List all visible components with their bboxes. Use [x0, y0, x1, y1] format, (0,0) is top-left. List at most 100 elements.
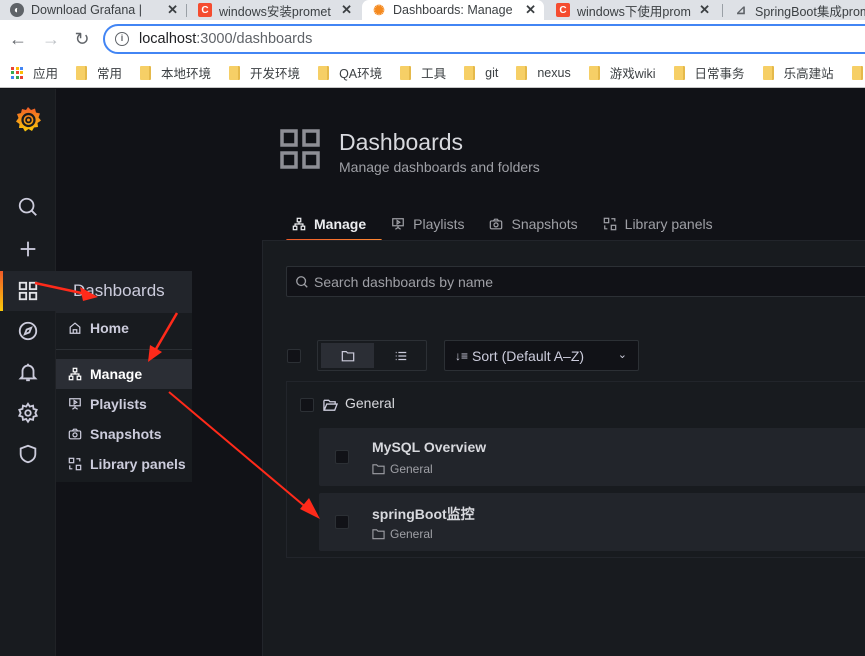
list-view-button[interactable] [374, 343, 427, 368]
page-icon: ⊿ [735, 2, 747, 17]
sidemenu-explore[interactable] [0, 311, 56, 351]
tab-playlists[interactable]: Playlists [391, 209, 464, 239]
close-tab-icon[interactable]: ✕ [167, 2, 178, 18]
bookmarks-bar: 应用 常用 本地环境 开发环境 QA环境 工具 git nexus 游戏wiki… [0, 58, 865, 88]
back-arrow-icon[interactable]: ← [7, 28, 29, 50]
sitemap-icon [292, 217, 306, 231]
sidemenu-server-admin[interactable] [0, 434, 56, 474]
folder-icon [318, 65, 330, 80]
csdn-c-icon: C [198, 3, 212, 17]
presentation-play-icon [392, 218, 404, 230]
bookmark-folder[interactable]: 开发环境 [229, 63, 300, 82]
flyout-item-playlists[interactable]: Playlists [56, 389, 192, 419]
bell-icon [18, 363, 38, 382]
bookmark-folder[interactable]: git [464, 65, 498, 80]
flyout-item-snapshots[interactable]: Snapshots [56, 419, 192, 449]
folder-icon [464, 65, 476, 80]
sidemenu-search[interactable] [0, 187, 56, 227]
reload-icon[interactable]: ↻ [71, 28, 93, 50]
forward-arrow-icon[interactable]: → [40, 28, 62, 50]
folder-icon [341, 350, 354, 361]
url-text: localhost:3000/dashboards [139, 31, 313, 47]
camera-icon [68, 428, 82, 440]
sidemenu-dashboards[interactable] [0, 271, 56, 311]
library-panel-icon [603, 217, 616, 231]
grafana-icon: ✺ [373, 1, 385, 18]
search-icon [18, 197, 37, 216]
browser-tab-active[interactable]: ✺ Dashboards: Manage ✕ [362, 0, 544, 20]
bookmark-folder[interactable]: 游戏wiki [588, 63, 656, 82]
bookmark-folder[interactable]: 日常事务 [673, 63, 745, 82]
flyout-item-home[interactable]: Home [56, 313, 192, 343]
bookmark-folder[interactable]: 乐高建站 [762, 63, 834, 82]
dashboard-row[interactable]: springBoot监控 General [319, 493, 865, 551]
folder-icon [140, 65, 152, 80]
folder-view-button[interactable] [321, 343, 374, 368]
library-panel-icon [68, 457, 82, 471]
apps-grid-icon [11, 66, 23, 79]
folder-icon [229, 65, 241, 80]
home-icon [69, 322, 81, 334]
dashboard-checkbox[interactable] [335, 450, 349, 464]
tab-snapshots[interactable]: Snapshots [489, 209, 578, 239]
close-tab-icon[interactable]: ✕ [699, 2, 710, 18]
sidemenu-configuration[interactable] [0, 393, 56, 433]
flyout-item-manage[interactable]: Manage [56, 359, 192, 389]
close-tab-icon[interactable]: ✕ [341, 2, 352, 18]
folder-checkbox[interactable] [300, 398, 314, 412]
side-menu [0, 89, 56, 656]
dashboard-checkbox[interactable] [335, 515, 349, 529]
tab-separator [186, 4, 187, 17]
bookmark-folder[interactable]: nexus [516, 65, 571, 80]
flyout-item-library-panels[interactable]: Library panels [56, 449, 192, 479]
folder-icon [76, 65, 88, 80]
dashboards-flyout-menu: Dashboards Home Manage Playlists Snapsho… [56, 271, 192, 482]
browser-tab[interactable]: C windows下使用prom ✕ [546, 0, 718, 20]
close-tab-icon[interactable]: ✕ [525, 2, 536, 18]
csdn-c-icon: C [556, 3, 570, 17]
search-input[interactable]: Search dashboards by name [286, 266, 865, 297]
dashboard-results: General MySQL Overview General springBoo… [286, 381, 865, 558]
folder-icon [372, 464, 385, 475]
bookmark-apps[interactable]: 应用 [11, 63, 58, 82]
bookmark-folder[interactable]: QA环境 [318, 63, 382, 82]
bookmark-folder[interactable]: 工具 [400, 63, 446, 82]
apps-grid-icon [18, 281, 38, 301]
browser-toolbar: ← → ↻ i localhost:3000/dashboards [0, 20, 865, 58]
compass-icon [18, 321, 38, 341]
tab-separator [722, 4, 723, 17]
sidemenu-alerting[interactable] [0, 352, 56, 392]
browser-tab[interactable]: ◐ Download Grafana | ✕ [0, 0, 186, 20]
site-info-icon[interactable]: i [115, 32, 129, 46]
folder-icon [372, 529, 385, 540]
sitemap-icon [68, 367, 82, 381]
grafana-app: Dashboards Home Manage Playlists Snapsho… [0, 89, 865, 656]
dashboard-folder-label: General [372, 462, 433, 476]
sidemenu-create[interactable] [0, 229, 56, 269]
select-all-checkbox[interactable] [287, 349, 301, 363]
tab-manage[interactable]: Manage [285, 209, 383, 242]
folder-icon [762, 65, 774, 80]
folder-icon [588, 65, 600, 80]
browser-tab[interactable]: C windows安装promet ✕ [188, 0, 360, 20]
folder-icon [851, 65, 863, 80]
page-tabs: Manage Playlists Snapshots Library panel… [280, 209, 738, 242]
bookmark-folder[interactable]: 常用 [76, 63, 122, 82]
chevron-down-icon: ⌄ [617, 349, 627, 361]
folder-icon [673, 65, 685, 80]
bookmark-folder[interactable]: 本地环境 [140, 63, 211, 82]
flyout-title[interactable]: Dashboards [56, 271, 192, 313]
browser-tab[interactable]: ⊿ SpringBoot集成prom [724, 0, 865, 20]
sort-select[interactable]: ↓≡ Sort (Default A–Z) ⌄ [444, 340, 639, 371]
list-icon [395, 351, 406, 360]
manage-dashboards-panel: Search dashboards by name ↓≡ Sort (Defau… [262, 240, 865, 656]
view-mode-toggle [317, 340, 427, 371]
dashboard-row[interactable]: MySQL Overview General [319, 428, 865, 486]
flyout-divider [56, 349, 192, 350]
dashboards-grid-icon [280, 129, 320, 169]
bookmark-folder[interactable]: ft [851, 65, 865, 80]
grafana-logo-icon[interactable] [13, 105, 43, 135]
address-bar[interactable]: i localhost:3000/dashboards [103, 24, 865, 54]
tab-library-panels[interactable]: Library panels [603, 209, 713, 239]
browser-tab-strip: ◐ Download Grafana | ✕ C windows安装promet… [0, 0, 865, 20]
